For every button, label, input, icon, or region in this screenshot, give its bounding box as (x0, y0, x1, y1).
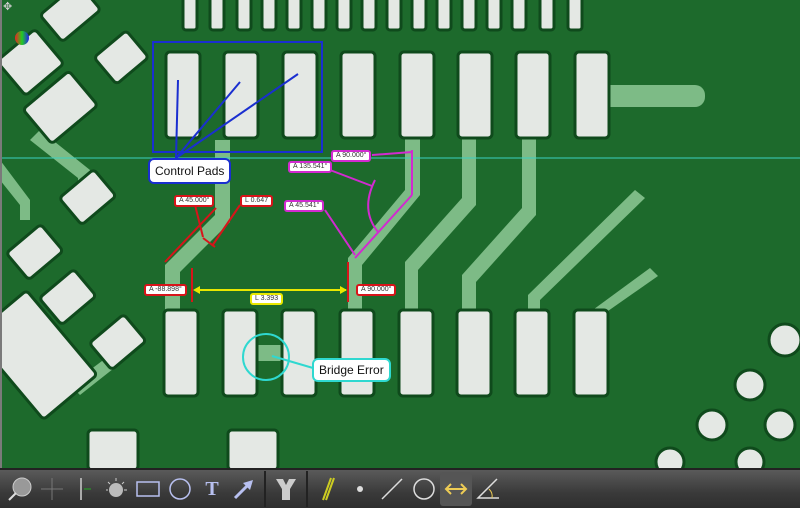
length-label-0647[interactable]: L 0.647 (240, 195, 274, 207)
magnifier-icon[interactable] (4, 472, 36, 506)
crosshair-icon[interactable] (36, 472, 68, 506)
toolbar: T (0, 468, 800, 508)
arrow-icon[interactable] (228, 472, 260, 506)
circle-select-icon[interactable] (164, 472, 196, 506)
calibrate-icon[interactable] (68, 472, 100, 506)
angle-icon[interactable] (472, 472, 504, 506)
circle-icon[interactable] (408, 472, 440, 506)
toolbar-separator (264, 471, 266, 507)
angle-label-135[interactable]: A 135.541° (288, 161, 333, 173)
point-icon[interactable] (344, 472, 376, 506)
angle-label-left[interactable]: A -88.898° (144, 284, 187, 296)
text-icon[interactable]: T (196, 472, 228, 506)
distance-icon[interactable] (440, 472, 472, 506)
parallel-lines-icon[interactable] (312, 472, 344, 506)
y-split-icon[interactable] (270, 472, 302, 506)
control-pads-label: Control Pads (148, 158, 232, 184)
brightness-icon[interactable] (100, 472, 132, 506)
length-label-3393[interactable]: L 3.393 (250, 293, 284, 305)
line-icon[interactable] (376, 472, 408, 506)
angle-label-45541[interactable]: A 45.541° (284, 200, 325, 212)
rectangle-icon[interactable] (132, 472, 164, 506)
angle-label-90-top[interactable]: A 90.000° (331, 150, 372, 162)
microscope-view[interactable]: ✥ Control Pads Bridge Error A 90.000° A … (0, 0, 800, 478)
color-wheel-icon (15, 31, 29, 45)
bridge-error-label: Bridge Error (312, 358, 391, 382)
toolbar-separator (306, 471, 308, 507)
angle-label-45[interactable]: A 45.000° (174, 195, 215, 207)
move-icon: ✥ (3, 1, 12, 13)
angle-label-right[interactable]: A 90.000° (356, 284, 397, 296)
pcb-image: ✥ (0, 0, 800, 478)
